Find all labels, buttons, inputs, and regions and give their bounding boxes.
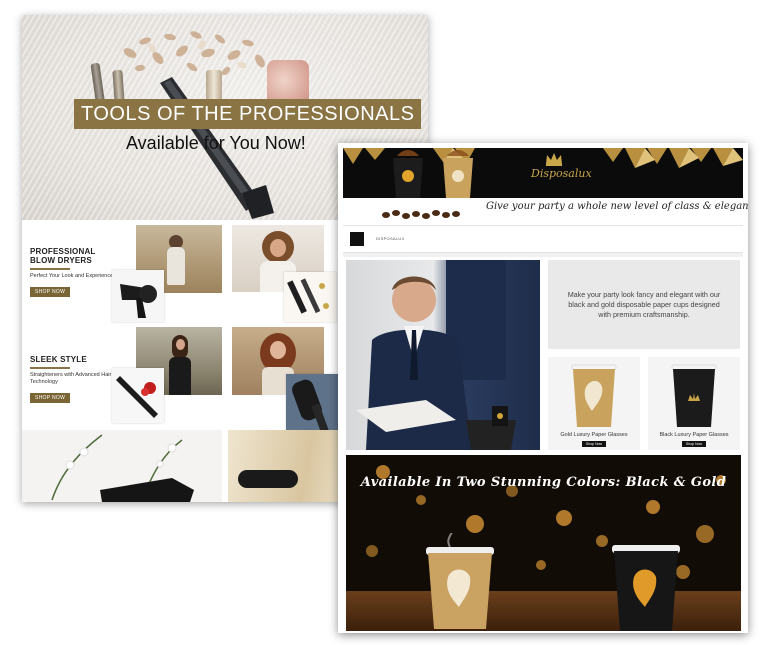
product-title-line2: BLOW DRYERS [30, 256, 92, 265]
flowers-dryer-photo [22, 430, 222, 502]
black-cup-card[interactable]: Black Luxury Paper Glasses Shop Now [648, 357, 740, 450]
gold-cup-shop-button[interactable]: Shop Now [582, 441, 606, 447]
title-underline [30, 268, 70, 270]
brand-logo-text: Disposalux [531, 167, 592, 180]
product-title: PROFESSIONAL [30, 247, 96, 256]
hero-subheadline: Available for You Now! [126, 133, 306, 153]
hero-headline: TOOLS OF THE PROFESSIONALS [74, 99, 422, 129]
black-cup-steam-image [612, 545, 680, 631]
black-cup-shop-button[interactable]: Shop Now [682, 441, 706, 447]
title-underline [30, 367, 70, 369]
gold-cup-steam-image [426, 533, 494, 629]
disposalux-page: Disposalux Give your party a whole new l… [338, 143, 748, 633]
info-text: Make your party look fancy and elegant w… [567, 289, 721, 319]
stunning-colors-banner: Available In Two Stunning Colors: Black … [346, 455, 741, 631]
gold-cup-image [571, 364, 617, 427]
brand-tagline: Give your party a whole new level of cla… [486, 201, 748, 212]
portfolio-collage: TOOLS OF THE PROFESSIONALS Available for… [0, 0, 768, 645]
hair-brush-photo [286, 374, 338, 432]
man-reading-photo [346, 260, 540, 450]
site-nav-bar: DISPOSALUX [343, 225, 743, 253]
blow-dryer-photo [112, 270, 164, 322]
site-logo-icon[interactable] [350, 232, 364, 246]
nav-brand-link[interactable]: DISPOSALUX [376, 236, 405, 241]
shop-now-button[interactable]: SHOP NOW [30, 393, 71, 403]
hair-tools-flatlay-photo [284, 272, 336, 322]
black-cup-label: Black Luxury Paper Glasses [659, 432, 729, 438]
coffee-beans-image [382, 210, 460, 219]
brand-banner: Disposalux [343, 148, 743, 198]
straightener-photo [112, 368, 164, 423]
banner-cups-image [393, 150, 473, 198]
black-cup-image [671, 364, 717, 427]
crown-logo-icon [546, 153, 562, 166]
shop-now-button[interactable]: SHOP NOW [30, 287, 71, 297]
product-title: SLEEK STYLE [30, 355, 87, 364]
gold-cup-card[interactable]: Gold Luxury Paper Glasses Shop Now [548, 357, 640, 450]
gold-cup-label: Gold Luxury Paper Glasses [560, 432, 628, 438]
stunning-colors-heading: Available In Two Stunning Colors: Black … [360, 475, 727, 490]
info-box: Make your party look fancy and elegant w… [548, 260, 740, 349]
